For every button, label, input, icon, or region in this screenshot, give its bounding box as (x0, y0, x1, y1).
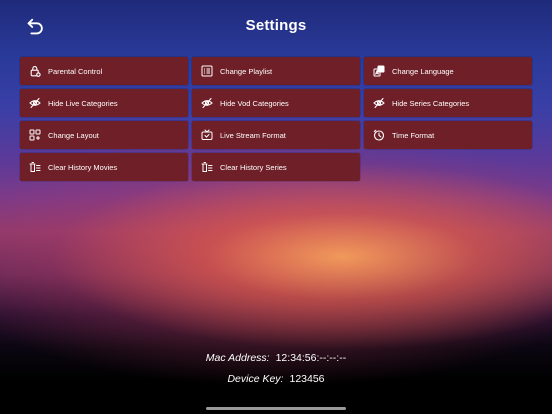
time-format-label: Time Format (392, 130, 435, 140)
device-key-label: Device Key: (227, 373, 284, 385)
tv-icon (201, 129, 213, 141)
parental-control-button[interactable]: Parental Control (20, 57, 188, 85)
parental-control-label: Parental Control (48, 66, 103, 76)
clock-icon (373, 129, 385, 141)
hide-live-categories-label: Hide Live Categories (48, 98, 118, 108)
mac-address-value: 12:34:56:--:--:-- (275, 352, 347, 364)
device-key-value: 123456 (289, 373, 325, 385)
page-title: Settings (245, 17, 307, 34)
playlist-icon (201, 65, 213, 77)
hide-vod-categories-button[interactable]: Hide Vod Categories (192, 89, 360, 117)
clear-history-movies-label: Clear History Movies (48, 162, 118, 172)
change-language-label: Change Language (392, 66, 454, 76)
header: Settings (0, 0, 552, 56)
device-key: Device Key: 123456 (0, 373, 552, 385)
change-layout-button[interactable]: Change Layout (20, 121, 188, 149)
live-stream-format-button[interactable]: Live Stream Format (192, 121, 360, 149)
time-format-button[interactable]: Time Format (364, 121, 532, 149)
hide-live-categories-button[interactable]: Hide Live Categories (20, 89, 188, 117)
clear-history-icon (201, 161, 213, 173)
live-stream-format-label: Live Stream Format (220, 130, 286, 140)
language-icon (373, 65, 385, 77)
eye-off-icon (201, 97, 213, 109)
hide-series-categories-label: Hide Series Categories (392, 98, 470, 108)
eye-off-icon (29, 97, 41, 109)
mac-address: Mac Address: 12:34:56:--:--:-- (0, 352, 552, 364)
clear-history-icon (29, 161, 41, 173)
lock-icon (29, 65, 41, 77)
change-layout-label: Change Layout (48, 130, 99, 140)
layout-icon (29, 129, 41, 141)
change-playlist-label: Change Playlist (220, 66, 273, 76)
hide-series-categories-button[interactable]: Hide Series Categories (364, 89, 532, 117)
hide-vod-categories-label: Hide Vod Categories (220, 98, 289, 108)
clear-history-movies-button[interactable]: Clear History Movies (20, 153, 188, 181)
change-playlist-button[interactable]: Change Playlist (192, 57, 360, 85)
mac-address-label: Mac Address: (205, 352, 270, 364)
clear-history-series-button[interactable]: Clear History Series (192, 153, 360, 181)
eye-off-icon (373, 97, 385, 109)
home-indicator[interactable] (206, 407, 346, 410)
change-language-button[interactable]: Change Language (364, 57, 532, 85)
settings-grid: Parental Control Change Playlist Change … (20, 57, 532, 181)
clear-history-series-label: Clear History Series (220, 162, 287, 172)
